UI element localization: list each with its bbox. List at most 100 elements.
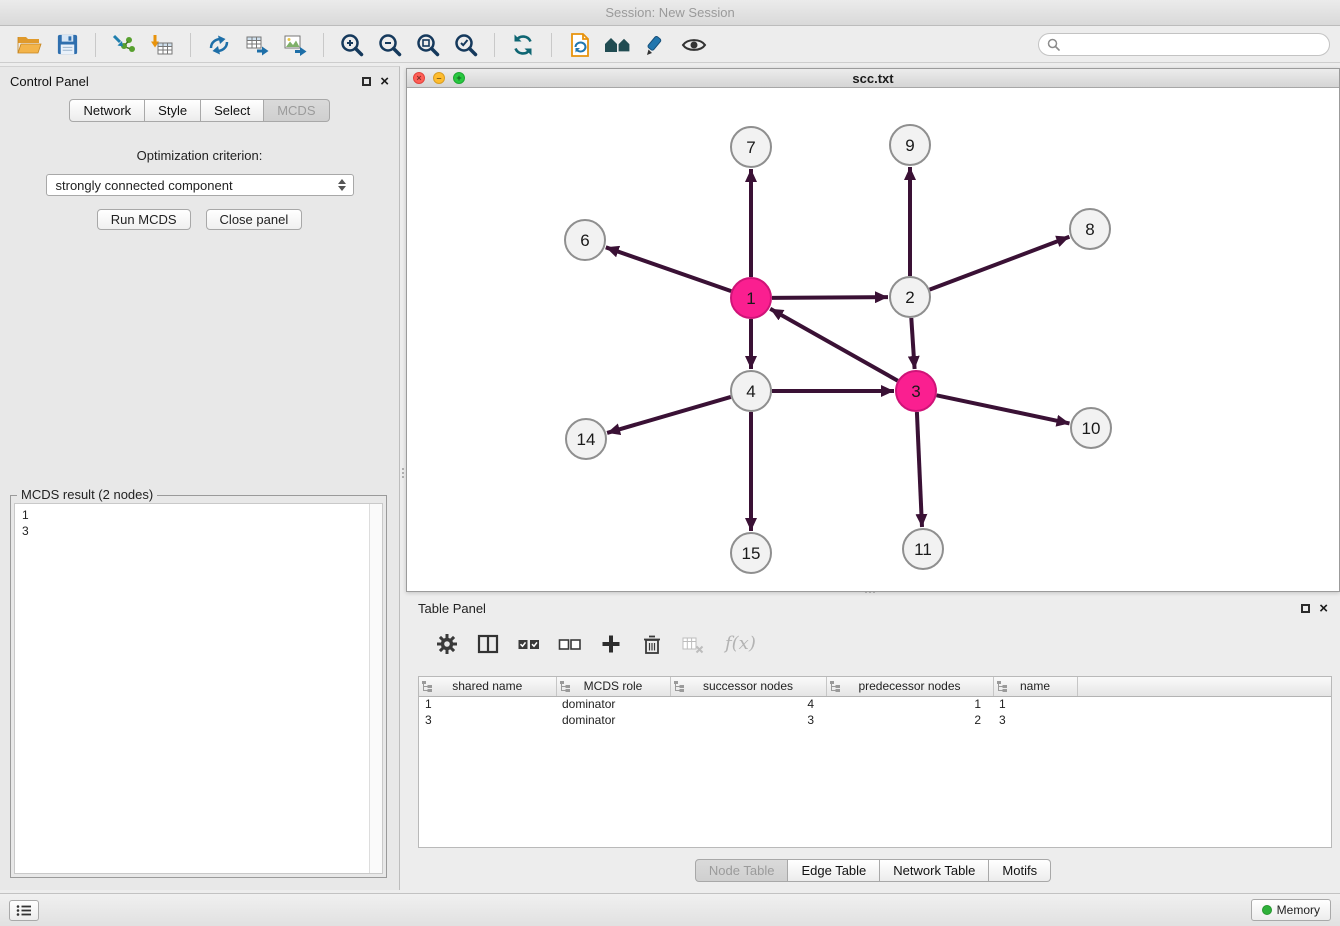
zoom-fit-icon[interactable]: [413, 31, 443, 59]
float-panel-icon[interactable]: [362, 77, 371, 86]
edge-3-10[interactable]: [937, 395, 1070, 423]
app-window: Session: New Session: [0, 0, 1340, 926]
close-panel-icon[interactable]: ×: [380, 74, 389, 89]
function-builder-label[interactable]: f(x): [725, 633, 756, 654]
close-panel-button[interactable]: Close panel: [206, 209, 303, 230]
table-header-row: shared nameMCDS rolesuccessor nodesprede…: [419, 677, 1331, 696]
show-hide-icon[interactable]: [679, 31, 709, 59]
titlebar: Session: New Session: [0, 0, 1340, 26]
node-label-8: 8: [1085, 220, 1094, 239]
toolbar-separator: [95, 33, 96, 57]
search-input[interactable]: [1065, 38, 1321, 52]
show-columns-icon[interactable]: [475, 631, 501, 657]
task-history-button[interactable]: [9, 900, 39, 921]
network-graph-canvas[interactable]: 7968124314101511: [407, 88, 1339, 591]
optimization-criterion-select[interactable]: strongly connected component: [46, 174, 354, 196]
control-panel-title: Control Panel: [10, 74, 89, 89]
tab-node-table[interactable]: Node Table: [695, 859, 789, 882]
node-label-2: 2: [905, 288, 914, 307]
network-window-title: scc.txt: [407, 71, 1339, 86]
zoom-selected-icon[interactable]: [451, 31, 481, 59]
status-bar: Memory: [0, 893, 1340, 926]
save-session-icon[interactable]: [52, 31, 82, 59]
edge-1-6[interactable]: [606, 247, 731, 291]
delete-table-icon[interactable]: [680, 631, 706, 657]
edge-3-1[interactable]: [770, 309, 898, 381]
table-settings-icon[interactable]: [434, 631, 460, 657]
dropdown-selected-value: strongly connected component: [56, 178, 233, 193]
export-image-icon[interactable]: [280, 31, 310, 59]
edge-2-8[interactable]: [930, 237, 1070, 290]
column-header-name[interactable]: name: [993, 677, 1077, 696]
search-box[interactable]: [1038, 33, 1330, 56]
node-label-11: 11: [914, 540, 932, 559]
tab-style[interactable]: Style: [145, 99, 201, 122]
zoom-out-icon[interactable]: [375, 31, 405, 59]
column-header-successor-nodes[interactable]: successor nodes: [670, 677, 826, 696]
attribute-type-icon: [422, 681, 432, 695]
control-panel: Control Panel × NetworkStyleSelectMCDS O…: [0, 66, 400, 890]
control-panel-tabs: NetworkStyleSelectMCDS: [0, 99, 399, 122]
result-scrollbar[interactable]: [369, 504, 382, 873]
run-mcds-button[interactable]: Run MCDS: [97, 209, 191, 230]
style-tool-icon[interactable]: [641, 31, 671, 59]
tab-select[interactable]: Select: [201, 99, 264, 122]
table-panel: Table Panel ×: [406, 596, 1340, 888]
node-label-6: 6: [580, 231, 589, 250]
open-recent-session-icon[interactable]: [565, 31, 595, 59]
export-network-icon[interactable]: [204, 31, 234, 59]
tab-edge-table[interactable]: Edge Table: [788, 859, 880, 882]
horizontal-splitter-handle[interactable]: [858, 589, 882, 595]
table-row[interactable]: 3dominator323: [419, 712, 1331, 728]
close-window-icon[interactable]: ×: [413, 72, 425, 84]
table-toolbar: f(x): [406, 620, 1340, 660]
dropdown-stepper-icon: [338, 179, 347, 191]
vertical-splitter-handle[interactable]: [400, 461, 406, 485]
open-session-icon[interactable]: [14, 31, 44, 59]
edge-2-3[interactable]: [911, 318, 914, 369]
minimize-window-icon[interactable]: –: [433, 72, 445, 84]
table-panel-title: Table Panel: [418, 601, 486, 616]
maximize-window-icon[interactable]: +: [453, 72, 465, 84]
node-label-4: 4: [746, 382, 755, 401]
attribute-type-icon: [560, 681, 570, 695]
tab-mcds[interactable]: MCDS: [264, 99, 329, 122]
tab-network[interactable]: Network: [69, 99, 145, 122]
close-table-panel-icon[interactable]: ×: [1319, 601, 1328, 616]
add-column-icon[interactable]: [598, 631, 624, 657]
network-window-titlebar[interactable]: scc.txt × – +: [407, 69, 1339, 88]
tab-network-table[interactable]: Network Table: [880, 859, 989, 882]
import-network-icon[interactable]: [109, 31, 139, 59]
attribute-type-icon: [674, 681, 684, 695]
table-panel-tabs: Node TableEdge TableNetwork TableMotifs: [406, 859, 1340, 882]
edge-3-11[interactable]: [917, 412, 922, 527]
column-header-MCDS-role[interactable]: MCDS role: [556, 677, 670, 696]
zoom-in-icon[interactable]: [337, 31, 367, 59]
delete-column-icon[interactable]: [639, 631, 665, 657]
mcds-result-area[interactable]: 13: [14, 503, 383, 874]
mcds-result-line: 1: [22, 507, 375, 523]
edge-1-2[interactable]: [772, 297, 888, 298]
toolbar-separator: [494, 33, 495, 57]
table-row[interactable]: 1dominator411: [419, 696, 1331, 712]
main-toolbar: [0, 27, 1340, 63]
memory-button[interactable]: Memory: [1251, 899, 1331, 921]
mcds-result-box: MCDS result (2 nodes) 13: [10, 495, 387, 878]
column-header-predecessor-nodes[interactable]: predecessor nodes: [826, 677, 993, 696]
column-header-shared-name[interactable]: shared name: [419, 677, 556, 696]
import-table-icon[interactable]: [147, 31, 177, 59]
export-table-icon[interactable]: [242, 31, 272, 59]
list-icon: [16, 904, 32, 917]
window-title: Session: New Session: [605, 5, 734, 20]
tab-motifs[interactable]: Motifs: [989, 859, 1051, 882]
select-all-icon[interactable]: [516, 631, 542, 657]
refresh-layout-icon[interactable]: [508, 31, 538, 59]
deselect-all-icon[interactable]: [557, 631, 583, 657]
float-table-panel-icon[interactable]: [1301, 604, 1310, 613]
node-table-head: shared nameMCDS rolesuccessor nodesprede…: [419, 677, 1331, 696]
edge-4-14[interactable]: [607, 397, 731, 433]
network-overview-icon[interactable]: [603, 31, 633, 59]
attribute-type-icon: [830, 681, 840, 695]
node-table[interactable]: shared nameMCDS rolesuccessor nodesprede…: [418, 676, 1332, 848]
toolbar-separator: [190, 33, 191, 57]
